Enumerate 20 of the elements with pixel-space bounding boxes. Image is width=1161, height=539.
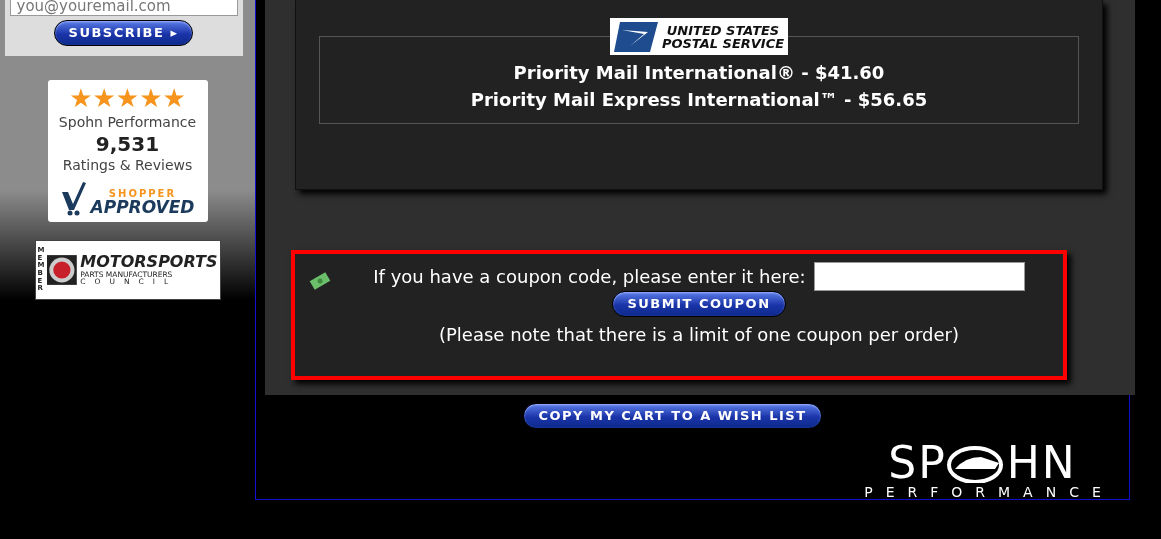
brand-label: SHOPPER: [107, 189, 178, 199]
wish-list-button[interactable]: COPY MY CART TO A WISH LIST: [523, 403, 822, 429]
member-title: MOTORSPORTS: [80, 253, 218, 271]
star-rating: ★★★★★: [69, 84, 186, 112]
carrier-name: POSTAL SERVICE: [661, 36, 785, 50]
brand-name: APPROVED: [90, 199, 195, 216]
coupon-note: (Please note that there is a limit of one coupon per order): [439, 323, 959, 347]
ratings-badge[interactable]: ★★★★★ Spohn Performance 9,531 Ratings & Reviews SHOPPER APPROVED: [47, 80, 208, 222]
rating-count: 9,531: [95, 133, 160, 155]
rating-caption: Ratings & Reviews: [62, 156, 193, 175]
company-name: Spohn Performance: [58, 113, 197, 132]
subscribe-button[interactable]: SUBSCRIBE ▸: [53, 20, 194, 46]
carrier-name: UNITED STATES: [665, 23, 781, 37]
cart-check-icon: [60, 180, 87, 216]
coupon-field[interactable]: [813, 262, 1025, 291]
shipping-option: Priority Mail Express International™ - $56.65: [320, 86, 1078, 113]
email-field[interactable]: you@youremail.com: [9, 0, 238, 16]
shipping-option: Priority Mail International® - $41.60: [320, 59, 1078, 86]
coupon-prompt: If you have a coupon code, please enter it here:: [373, 265, 806, 289]
submit-coupon-button[interactable]: SUBMIT COUPON: [612, 291, 786, 317]
